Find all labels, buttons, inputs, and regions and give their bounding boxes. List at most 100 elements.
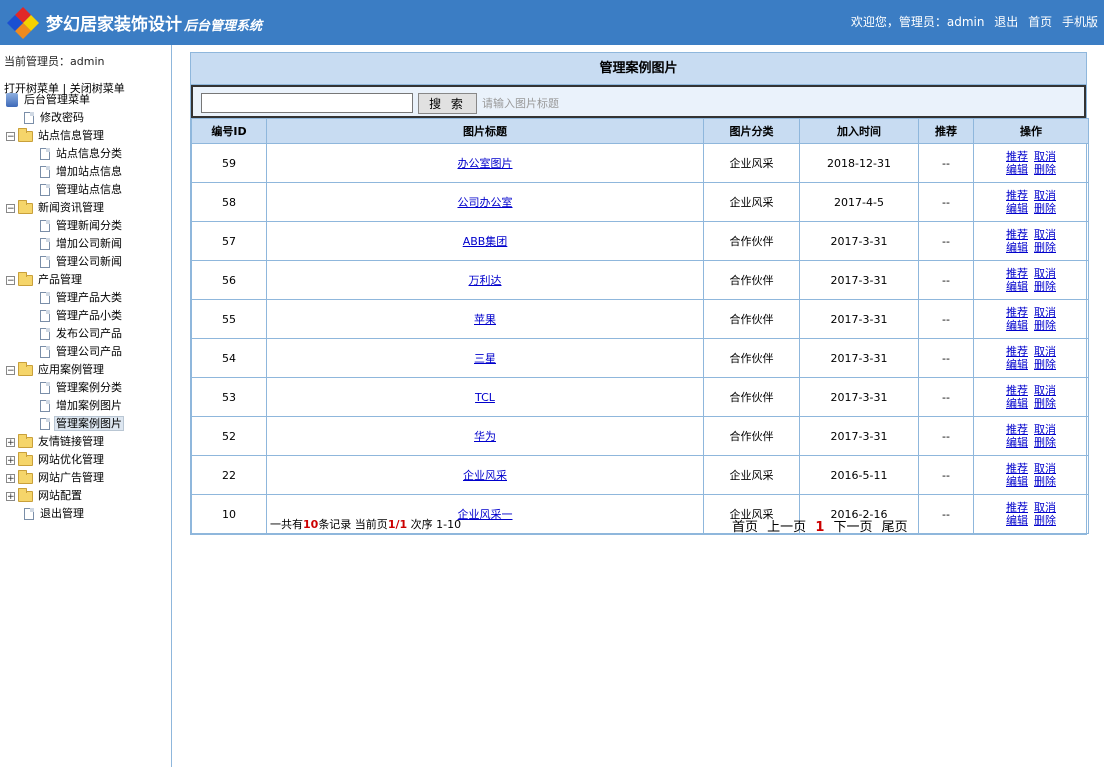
tree-group-7[interactable]: + 网站配置 bbox=[6, 487, 84, 505]
tree-item-label[interactable]: 管理公司产品 bbox=[54, 345, 124, 358]
change-password-link[interactable]: 修改密码 bbox=[38, 111, 86, 124]
image-title-link[interactable]: TCL bbox=[475, 391, 495, 404]
image-title-link[interactable]: 苹果 bbox=[474, 313, 496, 326]
delete-link[interactable]: 删除 bbox=[1034, 202, 1056, 215]
cancel-recommend-link[interactable]: 取消 bbox=[1034, 462, 1056, 475]
tree-item[interactable]: 管理公司新闻 bbox=[40, 253, 124, 271]
tree-item-label[interactable]: 站点信息分类 bbox=[54, 147, 124, 160]
tree-item-label[interactable]: 管理产品小类 bbox=[54, 309, 124, 322]
image-title-link[interactable]: 三星 bbox=[474, 352, 496, 365]
delete-link[interactable]: 删除 bbox=[1034, 514, 1056, 527]
logout-menu-link[interactable]: 退出管理 bbox=[38, 507, 86, 520]
mobile-link[interactable]: 手机版 bbox=[1062, 15, 1098, 29]
recommend-link[interactable]: 推荐 bbox=[1006, 306, 1028, 319]
image-title-link[interactable]: ABB集团 bbox=[463, 235, 508, 248]
delete-link[interactable]: 删除 bbox=[1034, 163, 1056, 176]
tree-item-label[interactable]: 管理案例分类 bbox=[54, 381, 124, 394]
delete-link[interactable]: 删除 bbox=[1034, 280, 1056, 293]
edit-link[interactable]: 编辑 bbox=[1006, 163, 1028, 176]
tree-group-label[interactable]: 应用案例管理 bbox=[36, 363, 106, 376]
edit-link[interactable]: 编辑 bbox=[1006, 397, 1028, 410]
collapse-toggle-icon[interactable]: − bbox=[6, 131, 15, 141]
tree-item-label[interactable]: 管理新闻分类 bbox=[54, 219, 124, 232]
tree-item[interactable]: 管理产品小类 bbox=[40, 307, 124, 325]
tree-item-label[interactable]: 增加案例图片 bbox=[54, 399, 124, 412]
cancel-recommend-link[interactable]: 取消 bbox=[1034, 345, 1056, 358]
tree-group-3[interactable]: − 应用案例管理 bbox=[6, 361, 106, 379]
tree-item-label[interactable]: 管理公司新闻 bbox=[54, 255, 124, 268]
tree-group-2[interactable]: − 产品管理 bbox=[6, 271, 84, 289]
edit-link[interactable]: 编辑 bbox=[1006, 514, 1028, 527]
tree-item[interactable]: 管理站点信息 bbox=[40, 181, 124, 199]
cancel-recommend-link[interactable]: 取消 bbox=[1034, 501, 1056, 514]
edit-link[interactable]: 编辑 bbox=[1006, 202, 1028, 215]
delete-link[interactable]: 删除 bbox=[1034, 475, 1056, 488]
tree-group-0[interactable]: − 站点信息管理 bbox=[6, 127, 106, 145]
edit-link[interactable]: 编辑 bbox=[1006, 319, 1028, 332]
cancel-recommend-link[interactable]: 取消 bbox=[1034, 189, 1056, 202]
edit-link[interactable]: 编辑 bbox=[1006, 241, 1028, 254]
image-title-link[interactable]: 华为 bbox=[474, 430, 496, 443]
tree-item[interactable]: 增加公司新闻 bbox=[40, 235, 124, 253]
home-link[interactable]: 首页 bbox=[1028, 15, 1052, 29]
edit-link[interactable]: 编辑 bbox=[1006, 436, 1028, 449]
cancel-recommend-link[interactable]: 取消 bbox=[1034, 423, 1056, 436]
tree-item[interactable]: 站点信息分类 bbox=[40, 145, 124, 163]
edit-link[interactable]: 编辑 bbox=[1006, 475, 1028, 488]
image-title-link[interactable]: 万利达 bbox=[469, 274, 502, 287]
tree-group-label[interactable]: 网站优化管理 bbox=[36, 453, 106, 466]
edit-link[interactable]: 编辑 bbox=[1006, 280, 1028, 293]
recommend-link[interactable]: 推荐 bbox=[1006, 228, 1028, 241]
tree-item-logout[interactable]: 退出管理 bbox=[24, 505, 86, 523]
tree-group-label[interactable]: 站点信息管理 bbox=[36, 129, 106, 142]
next-page-link[interactable]: 下一页 bbox=[834, 520, 873, 535]
tree-item[interactable]: 发布公司产品 bbox=[40, 325, 124, 343]
logout-link[interactable]: 退出 bbox=[994, 15, 1018, 29]
tree-group-label[interactable]: 网站广告管理 bbox=[36, 471, 106, 484]
tree-item-change-password[interactable]: 修改密码 bbox=[24, 109, 86, 127]
delete-link[interactable]: 删除 bbox=[1034, 358, 1056, 371]
tree-item-label[interactable]: 管理产品大类 bbox=[54, 291, 124, 304]
cancel-recommend-link[interactable]: 取消 bbox=[1034, 228, 1056, 241]
tree-group-1[interactable]: − 新闻资讯管理 bbox=[6, 199, 106, 217]
tree-group-label[interactable]: 友情链接管理 bbox=[36, 435, 106, 448]
tree-item[interactable]: 管理新闻分类 bbox=[40, 217, 124, 235]
last-page-link[interactable]: 尾页 bbox=[882, 520, 908, 535]
tree-root-label[interactable]: 后台管理菜单 bbox=[22, 93, 92, 106]
search-button[interactable]: 搜 索 bbox=[418, 93, 477, 114]
collapse-toggle-icon[interactable]: − bbox=[6, 275, 15, 285]
delete-link[interactable]: 删除 bbox=[1034, 319, 1056, 332]
tree-group-label[interactable]: 新闻资讯管理 bbox=[36, 201, 106, 214]
delete-link[interactable]: 删除 bbox=[1034, 436, 1056, 449]
edit-link[interactable]: 编辑 bbox=[1006, 358, 1028, 371]
cancel-recommend-link[interactable]: 取消 bbox=[1034, 384, 1056, 397]
recommend-link[interactable]: 推荐 bbox=[1006, 384, 1028, 397]
tree-item-label[interactable]: 增加公司新闻 bbox=[54, 237, 124, 250]
cancel-recommend-link[interactable]: 取消 bbox=[1034, 150, 1056, 163]
cancel-recommend-link[interactable]: 取消 bbox=[1034, 306, 1056, 319]
tree-group-4[interactable]: + 友情链接管理 bbox=[6, 433, 106, 451]
tree-item[interactable]: 管理案例图片 bbox=[40, 415, 124, 433]
tree-item[interactable]: 增加站点信息 bbox=[40, 163, 124, 181]
image-title-link[interactable]: 企业风采一 bbox=[458, 508, 513, 521]
recommend-link[interactable]: 推荐 bbox=[1006, 345, 1028, 358]
recommend-link[interactable]: 推荐 bbox=[1006, 501, 1028, 514]
expand-toggle-icon[interactable]: + bbox=[6, 437, 15, 447]
delete-link[interactable]: 删除 bbox=[1034, 397, 1056, 410]
tree-group-label[interactable]: 产品管理 bbox=[36, 273, 84, 286]
recommend-link[interactable]: 推荐 bbox=[1006, 150, 1028, 163]
expand-toggle-icon[interactable]: + bbox=[6, 455, 15, 465]
prev-page-link[interactable]: 上一页 bbox=[767, 520, 806, 535]
tree-item-label[interactable]: 增加站点信息 bbox=[54, 165, 124, 178]
collapse-toggle-icon[interactable]: − bbox=[6, 203, 15, 213]
tree-item-label[interactable]: 管理站点信息 bbox=[54, 183, 124, 196]
cancel-recommend-link[interactable]: 取消 bbox=[1034, 267, 1056, 280]
image-title-link[interactable]: 公司办公室 bbox=[458, 196, 513, 209]
recommend-link[interactable]: 推荐 bbox=[1006, 423, 1028, 436]
tree-item[interactable]: 管理产品大类 bbox=[40, 289, 124, 307]
image-title-link[interactable]: 办公室图片 bbox=[458, 157, 513, 170]
collapse-toggle-icon[interactable]: − bbox=[6, 365, 15, 375]
delete-link[interactable]: 删除 bbox=[1034, 241, 1056, 254]
tree-item-label[interactable]: 发布公司产品 bbox=[54, 327, 124, 340]
tree-item[interactable]: 管理公司产品 bbox=[40, 343, 124, 361]
